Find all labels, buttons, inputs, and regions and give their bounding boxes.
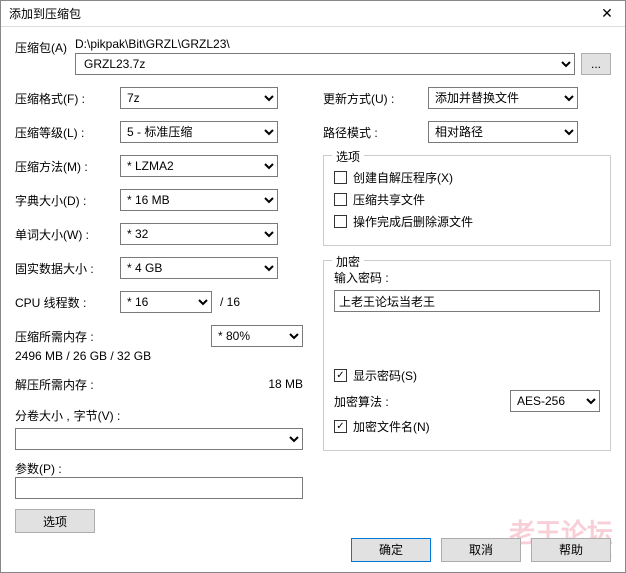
encnames-checkbox[interactable]: ✓ [334, 420, 347, 433]
method-label: 压缩方法(M) : [15, 158, 120, 175]
compress-mem-pct-select[interactable]: * 80% [211, 325, 303, 347]
help-button[interactable]: 帮助 [531, 538, 611, 562]
compress-mem-label: 压缩所需内存 : [15, 328, 120, 345]
dialog-window: 添加到压缩包 ✕ 压缩包(A) D:\pikpak\Bit\GRZL\GRZL2… [0, 0, 626, 573]
word-label: 单词大小(W) : [15, 226, 120, 243]
footer: 确定 取消 帮助 [351, 538, 611, 562]
cpu-select[interactable]: * 16 [120, 291, 212, 313]
delete-checkbox[interactable] [334, 215, 347, 228]
params-input[interactable] [15, 477, 303, 499]
split-select[interactable] [15, 428, 303, 450]
pathmode-label: 路径模式 : [323, 124, 428, 141]
format-label: 压缩格式(F) : [15, 90, 120, 107]
compress-mem-value: 2496 MB / 26 GB / 32 GB [15, 349, 303, 363]
encnames-label: 加密文件名(N) [353, 418, 430, 435]
encryption-group: 加密 输入密码 : ✓显示密码(S) 加密算法 : AES-256 ✓加密文件名… [323, 260, 611, 451]
update-label: 更新方式(U) : [323, 90, 428, 107]
format-select[interactable]: 7z [120, 87, 278, 109]
ok-button[interactable]: 确定 [351, 538, 431, 562]
archive-path: D:\pikpak\Bit\GRZL\GRZL23\ [75, 37, 611, 51]
showpw-checkbox[interactable]: ✓ [334, 369, 347, 382]
split-label: 分卷大小 , [15, 407, 70, 424]
archive-label: 压缩包(A) [15, 37, 75, 56]
share-label: 压缩共享文件 [353, 191, 425, 208]
solid-select[interactable]: * 4 GB [120, 257, 278, 279]
options-legend: 选项 [332, 148, 364, 165]
method-select[interactable]: * LZMA2 [120, 155, 278, 177]
decompress-mem-value: 18 MB [120, 377, 303, 391]
level-label: 压缩等级(L) : [15, 124, 120, 141]
decompress-mem-label: 解压所需内存 : [15, 376, 120, 393]
split-unit: 字节(V) : [74, 407, 121, 424]
level-select[interactable]: 5 - 标准压缩 [120, 121, 278, 143]
cpu-total: / 16 [220, 295, 240, 309]
window-title: 添加到压缩包 [9, 5, 597, 22]
algo-label: 加密算法 : [334, 393, 389, 410]
share-checkbox[interactable] [334, 193, 347, 206]
delete-label: 操作完成后删除源文件 [353, 213, 473, 230]
options-group: 选项 创建自解压程序(X) 压缩共享文件 操作完成后删除源文件 [323, 155, 611, 246]
cpu-label: CPU 线程数 : [15, 294, 120, 311]
encryption-legend: 加密 [332, 253, 364, 270]
update-select[interactable]: 添加并替换文件 [428, 87, 578, 109]
algo-select[interactable]: AES-256 [510, 390, 600, 412]
showpw-label: 显示密码(S) [353, 367, 417, 384]
password-label: 输入密码 : [334, 269, 600, 286]
archive-name-select[interactable]: GRZL23.7z [75, 53, 575, 75]
solid-label: 固实数据大小 : [15, 260, 120, 277]
dict-select[interactable]: * 16 MB [120, 189, 278, 211]
word-select[interactable]: * 32 [120, 223, 278, 245]
params-label: 参数(P) : [15, 460, 303, 477]
dict-label: 字典大小(D) : [15, 192, 120, 209]
password-input[interactable] [334, 290, 600, 312]
titlebar: 添加到压缩包 ✕ [1, 1, 625, 27]
sfx-checkbox[interactable] [334, 171, 347, 184]
options-button[interactable]: 选项 [15, 509, 95, 533]
cancel-button[interactable]: 取消 [441, 538, 521, 562]
sfx-label: 创建自解压程序(X) [353, 169, 453, 186]
close-icon[interactable]: ✕ [597, 5, 617, 22]
pathmode-select[interactable]: 相对路径 [428, 121, 578, 143]
browse-button[interactable]: ... [581, 53, 611, 75]
